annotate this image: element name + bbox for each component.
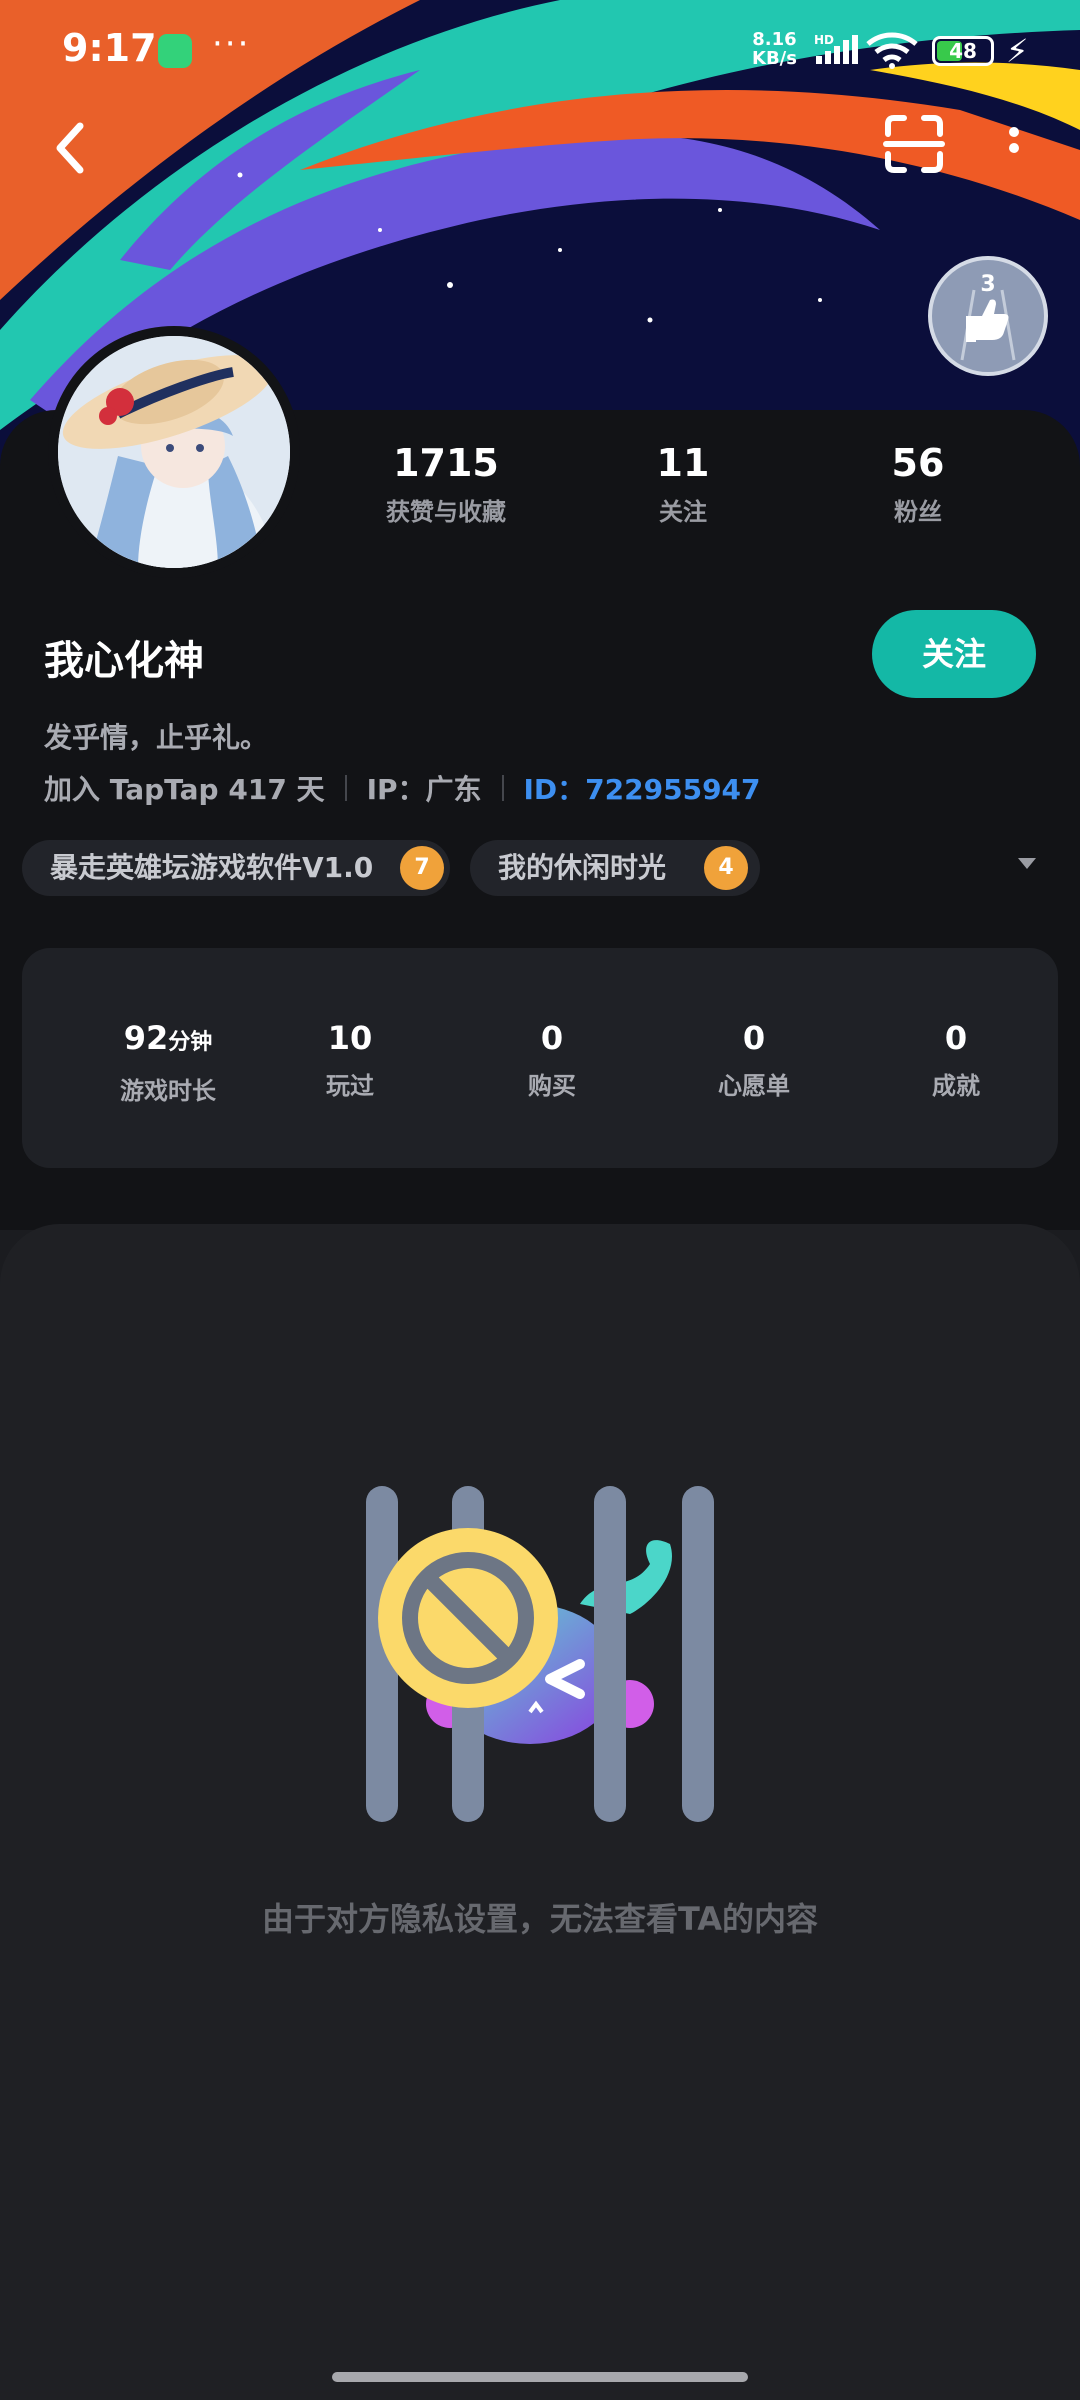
blocked-cage-icon bbox=[366, 1486, 714, 1822]
stat-likes-value: 1715 bbox=[393, 441, 499, 485]
battery-icon: 48 bbox=[932, 36, 994, 66]
network-speed: 8.16 KB/s bbox=[752, 30, 797, 68]
stat-likes-label: 获赞与收藏 bbox=[386, 498, 506, 526]
home-indicator[interactable] bbox=[332, 2372, 748, 2382]
game-stat-played[interactable]: 10 玩过 bbox=[250, 1018, 450, 1101]
status-bar: 9:17 ··· 8.16 KB/s HD 48 ⚡ bbox=[0, 0, 1080, 100]
divider bbox=[501, 775, 504, 801]
wishlist-value: 0 bbox=[742, 1019, 766, 1057]
taptap-level-icon: 4 bbox=[704, 846, 748, 890]
game-stat-playtime[interactable]: 92分钟 游戏时长 bbox=[68, 1018, 268, 1106]
charging-icon: ⚡ bbox=[1006, 32, 1029, 70]
taptap-level-icon: 7 bbox=[400, 846, 444, 890]
empty-state-message: 由于对方隐私设置，无法查看TA的内容 bbox=[261, 1900, 819, 1938]
wishlist-label: 心愿单 bbox=[718, 1072, 790, 1100]
avatar[interactable] bbox=[48, 326, 300, 578]
divider bbox=[344, 775, 347, 801]
stat-likes[interactable]: 1715 获赞与收藏 bbox=[346, 440, 546, 527]
network-badge: HD bbox=[814, 34, 834, 47]
playtime-unit: 分钟 bbox=[168, 1030, 213, 1055]
stat-following-value: 11 bbox=[656, 441, 710, 485]
tag-row: 暴走英雄坛游戏软件V1.0 7 我的休闲时光 4 bbox=[22, 840, 1062, 896]
stat-followers-value: 56 bbox=[891, 441, 945, 485]
played-label: 玩过 bbox=[326, 1072, 374, 1100]
stat-followers-label: 粉丝 bbox=[894, 498, 942, 526]
stat-followers[interactable]: 56 粉丝 bbox=[818, 440, 1018, 527]
content-area: 由于对方隐私设置，无法查看TA的内容 bbox=[0, 1224, 1080, 2400]
avatar-image bbox=[58, 336, 290, 568]
battery-percent: 48 bbox=[949, 39, 977, 63]
more-notifications-icon: ··· bbox=[212, 24, 251, 64]
tag-chip[interactable]: 暴走英雄坛游戏软件V1.0 7 bbox=[22, 840, 450, 896]
ip-location: IP：广东 bbox=[366, 773, 482, 806]
playtime-value: 92 bbox=[123, 1019, 169, 1057]
game-stat-achievements[interactable]: 0 成就 bbox=[856, 1018, 1056, 1101]
thumbs-up-badge-icon bbox=[960, 289, 1016, 361]
game-stat-wishlist[interactable]: 0 心愿单 bbox=[654, 1018, 854, 1101]
game-stats-card: 92分钟 游戏时长 10 玩过 0 购买 0 心愿单 0 成就 bbox=[22, 948, 1058, 1168]
tag-chip[interactable]: 我的休闲时光 4 bbox=[470, 840, 760, 896]
scan-button[interactable] bbox=[882, 112, 946, 176]
username: 我心化神 bbox=[44, 638, 204, 684]
profile-meta: 加入 TapTap 417 天 IP：广东 ID：722955947 bbox=[44, 768, 761, 808]
more-menu-button[interactable] bbox=[996, 118, 1032, 178]
played-value: 10 bbox=[327, 1019, 373, 1057]
follow-button[interactable]: 关注 bbox=[872, 610, 1036, 698]
game-stat-purchased[interactable]: 0 购买 bbox=[452, 1018, 652, 1101]
achievement-badge[interactable]: 3 bbox=[928, 256, 1048, 376]
user-id[interactable]: ID：722955947 bbox=[524, 768, 761, 808]
bio: 发乎情，止乎礼。 bbox=[44, 721, 269, 754]
stat-following[interactable]: 11 关注 bbox=[583, 440, 783, 527]
notification-app-icon bbox=[158, 34, 192, 68]
purchased-value: 0 bbox=[540, 1019, 564, 1057]
network-speed-unit: KB/s bbox=[752, 48, 797, 69]
achievements-label: 成就 bbox=[932, 1072, 980, 1100]
back-button[interactable] bbox=[40, 112, 100, 182]
wifi-icon bbox=[866, 32, 918, 69]
cellular-signal-icon: HD bbox=[814, 34, 858, 64]
purchased-label: 购买 bbox=[528, 1072, 576, 1100]
achievements-value: 0 bbox=[944, 1019, 968, 1057]
tag-level: 7 bbox=[414, 855, 430, 880]
join-duration: 加入 TapTap 417 天 bbox=[44, 773, 325, 806]
tag-label: 暴走英雄坛游戏软件V1.0 bbox=[50, 851, 374, 884]
status-time: 9:17 bbox=[62, 26, 157, 70]
tag-level: 4 bbox=[718, 855, 734, 880]
chevron-down-icon[interactable] bbox=[1018, 858, 1036, 869]
tag-label: 我的休闲时光 bbox=[498, 851, 667, 884]
playtime-label: 游戏时长 bbox=[120, 1077, 216, 1105]
stat-following-label: 关注 bbox=[659, 498, 707, 526]
network-speed-value: 8.16 bbox=[752, 29, 797, 50]
